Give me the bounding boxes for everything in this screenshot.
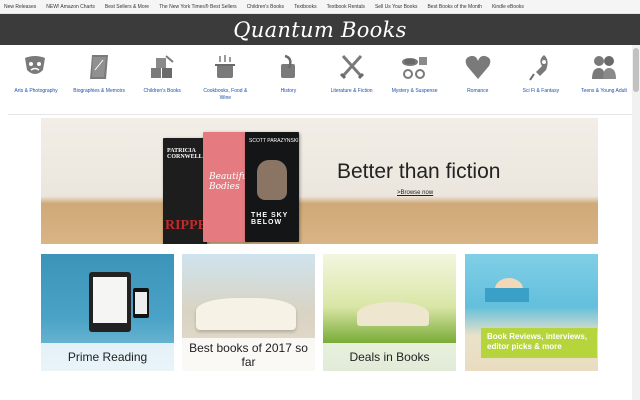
category-sci-fi-fantasy[interactable]: Sci Fi & Fantasy [513,50,569,110]
heart-icon [465,55,491,79]
kindle-device-image [89,272,131,332]
site-header: Quantum Books [0,14,640,45]
tile-book-reviews[interactable]: Book Reviews, interviews, editor picks &… [465,254,598,371]
phone-screen [135,292,147,314]
tile-caption: Deals in Books [323,343,456,371]
browse-now-link[interactable]: >Browse now [397,190,433,196]
hero-banner[interactable]: PATRICIA CORNWELL RIPPER Beautiful Bodie… [41,118,598,244]
category-label: Cookbooks, Food & Wine [203,88,248,101]
nav-link-kindle-ebooks[interactable]: Kindle eBooks [492,4,524,10]
site-logo[interactable]: Quantum Books [233,18,406,42]
category-label: Teens & Young Adult [581,88,627,94]
book-cover-beautiful-bodies: Beautiful Bodies [203,132,251,242]
nav-link-best-sellers[interactable]: Best Sellers & More [105,4,149,10]
quill-scroll-icon [281,54,296,78]
tile-prime-reading[interactable]: Prime Reading [41,254,174,371]
nav-link-amazon-charts[interactable]: NEW! Amazon Charts [46,4,95,10]
phone-device-image [133,288,149,318]
category-literature-fiction[interactable]: Literature & Fiction [324,50,380,110]
nav-link-sell-books[interactable]: Sell Us Your Books [375,4,418,10]
kindle-screen [93,277,127,323]
category-arts-photography[interactable]: Arts & Photography [8,50,64,110]
book-icon [90,55,109,79]
toy-blocks-icon [151,55,174,78]
category-mystery-suspense[interactable]: Mystery & Suspense [387,50,443,110]
tile-best-books-2017[interactable]: Best books of 2017 so far [182,254,315,371]
open-book-image [196,298,296,330]
detective-handcuffs-icon [401,57,427,79]
page-scrollbar[interactable] [632,45,640,400]
cooking-pot-icon [215,55,236,78]
category-label: Biographies & Memoirs [73,88,125,94]
nav-link-best-books-month[interactable]: Best Books of the Month [427,4,481,10]
theater-masks-icon [25,56,45,74]
tile-deals-in-books[interactable]: Deals in Books [323,254,456,371]
category-label: History [280,88,297,94]
nav-link-childrens-books[interactable]: Children's Books [247,4,284,10]
category-label: Children's Books [143,88,181,94]
category-label: Romance [467,88,489,94]
tile-caption: Best books of 2017 so far [182,338,315,371]
book-cover-ripper: PATRICIA CORNWELL RIPPER [163,138,217,244]
hero-headline: Better than fiction [337,160,501,183]
teens-icon [591,56,616,79]
beach-book-image [485,288,529,302]
category-childrens-books[interactable]: Children's Books [134,50,190,110]
nav-link-new-releases[interactable]: New Releases [4,4,36,10]
category-teens-young-adult[interactable]: Teens & Young Adult [576,50,632,110]
book-author: SCOTT PARAZYNSKI [249,138,299,144]
category-strip: Arts & Photography Biographies & Memoirs… [8,50,632,110]
nav-link-textbooks[interactable]: Textbooks [294,4,317,10]
top-navigation-bar: New Releases NEW! Amazon Charts Best Sel… [0,0,640,14]
nav-link-nyt-best-sellers[interactable]: The New York Times® Best Sellers [159,4,237,10]
rocket-icon [529,55,548,81]
astronaut-image [257,160,287,200]
category-label: Arts & Photography [14,88,58,94]
nav-link-textbook-rentals[interactable]: Textbook Rentals [327,4,365,10]
category-divider [8,114,632,115]
book-author: PATRICIA CORNWELL [167,148,203,160]
tile-caption: Prime Reading [41,343,174,371]
tile-caption: Book Reviews, interviews, editor picks &… [481,328,597,358]
category-label: Literature & Fiction [330,88,373,94]
book-cover-the-sky-below: SCOTT PARAZYNSKI THE SKY BELOW [245,132,299,242]
scrollbar-thumb[interactable] [633,48,639,92]
crossed-swords-icon [339,54,364,80]
category-label: Mystery & Suspense [391,88,438,94]
category-romance[interactable]: Romance [450,50,506,110]
category-biographies-memoirs[interactable]: Biographies & Memoirs [71,50,127,110]
category-history[interactable]: History [260,50,316,110]
category-label: Sci Fi & Fantasy [522,88,560,94]
book-title: THE SKY BELOW [251,212,289,226]
category-cookbooks-food-wine[interactable]: Cookbooks, Food & Wine [197,50,253,110]
book-on-grass-image [357,302,429,326]
